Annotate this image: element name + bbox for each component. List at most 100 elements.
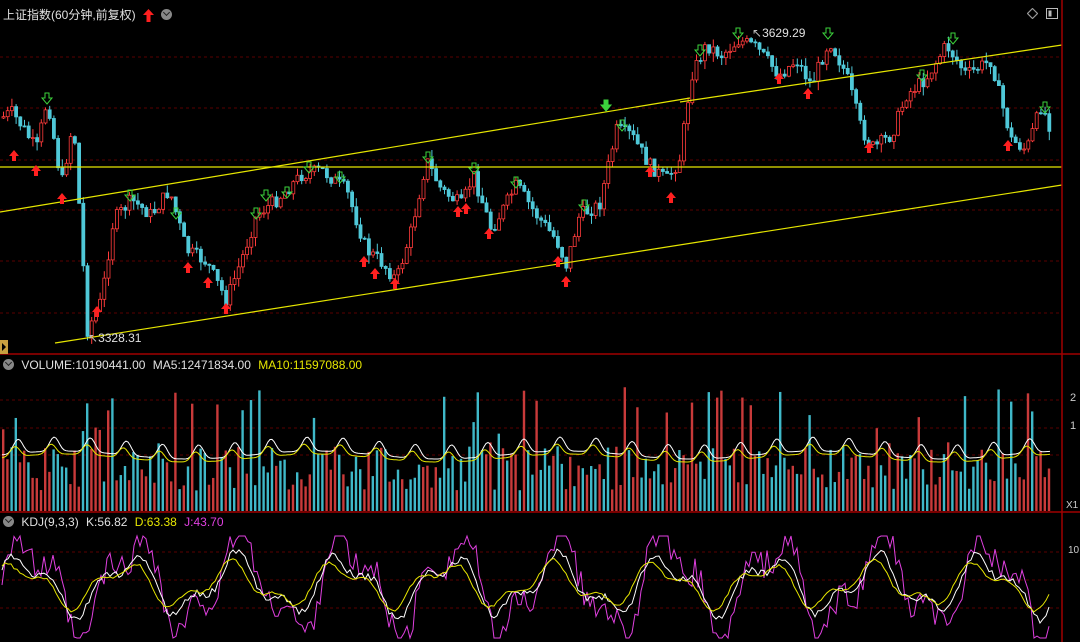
candle-body [858,102,863,121]
collapse-handle-icon[interactable] [0,340,8,354]
diamond-icon[interactable] [1027,8,1038,19]
volume-bar [921,469,925,511]
candle-body [820,61,825,65]
candle-body [656,168,661,177]
buy-arrow-icon [666,192,676,203]
volume-bar [900,456,904,511]
candle-body [1,116,6,119]
candle-body [1047,113,1052,132]
volume-bar [829,449,832,511]
candle-body [635,134,640,145]
volume-bar [44,448,47,511]
volume-bar [758,451,761,511]
volume-bar [392,479,395,511]
candle-body [711,46,716,54]
volume-bar [69,484,72,511]
candle-body [60,167,65,176]
candle-body [68,136,73,164]
candle-body [459,194,464,199]
candle-body [455,194,460,202]
volume-bars [2,387,1051,511]
volume-bar [132,452,135,511]
ma5-value: 12471834.00 [180,358,251,372]
chart-canvas[interactable] [0,0,1080,642]
candle-body [703,44,707,62]
volume-bar [720,390,723,511]
vol-axis-tick-1: 1 [1070,420,1077,432]
candle-body [404,247,409,264]
volume-dropdown-icon[interactable] [3,359,14,371]
volume-bar [455,490,458,511]
candle-body [694,60,699,81]
volume-bar [90,448,93,511]
volume-bar [396,469,400,511]
volume-bar [762,473,765,511]
candle-body [161,192,166,210]
candle-body [182,222,187,237]
candle-body [56,138,60,169]
volume-bar [65,467,68,511]
window-icon[interactable] [1046,8,1058,19]
volume-bar [804,447,807,511]
candle-body [568,246,573,269]
kdj-axis-tick: 10 [1068,545,1080,556]
buy-arrow-icon [9,150,19,161]
volume-bar [825,487,828,511]
candle-body [362,237,367,240]
volume-bar [972,466,975,511]
volume-bar [321,454,324,511]
volume-bar [598,464,601,511]
volume-bar [27,462,30,511]
volume-bar [165,462,169,511]
volume-value: 10190441.00 [75,358,146,372]
candle-body [375,251,380,254]
volume-bar [136,454,139,511]
candle-body [278,197,283,208]
candle-body [274,196,279,208]
kdj-label: KDJ(9,3,3) [21,515,79,529]
volume-bar [535,400,538,511]
candle-body [640,143,644,148]
volume-bar [258,390,261,511]
volume-bar [787,469,790,511]
title-dropdown-icon[interactable] [161,9,173,21]
candle-body [467,186,472,190]
volume-bar [795,473,799,511]
volume-bar [346,486,349,511]
volume-bar [296,472,299,511]
volume-bar [81,431,85,511]
kdj-dropdown-icon[interactable] [3,516,14,528]
candle-body [144,207,149,218]
candle-body [81,202,86,267]
candle-body [976,68,980,71]
candle-body [135,200,140,205]
volume-bar [266,472,269,511]
volume-bar [812,468,815,511]
volume-bar [472,422,475,511]
volume-bar [1035,456,1038,511]
candle-body [77,142,81,204]
candle-body [228,284,233,306]
candle-body [862,119,867,141]
volume-bar [350,471,353,511]
candle-body [602,183,606,210]
volume-header: VOLUME:10190441.00 MA5:12471834.00 MA10:… [3,356,366,374]
buy-arrow-icon [453,206,463,217]
ma10-label: MA10: [258,358,293,372]
volume-bar [212,477,215,511]
volume-bar [942,454,946,511]
volume-bar [581,468,584,511]
volume-bar [590,466,593,511]
volume-bar [283,459,286,511]
volume-bar [1031,411,1034,511]
candle-body [383,266,388,269]
candle-body [551,230,556,237]
volume-bar [770,477,773,511]
volume-bar [182,485,185,511]
volume-bar [73,450,76,511]
candle-body [73,136,77,144]
candle-body [22,125,27,128]
volume-bar [35,478,38,511]
volume-bar [48,471,51,511]
volume-bar [611,489,614,511]
